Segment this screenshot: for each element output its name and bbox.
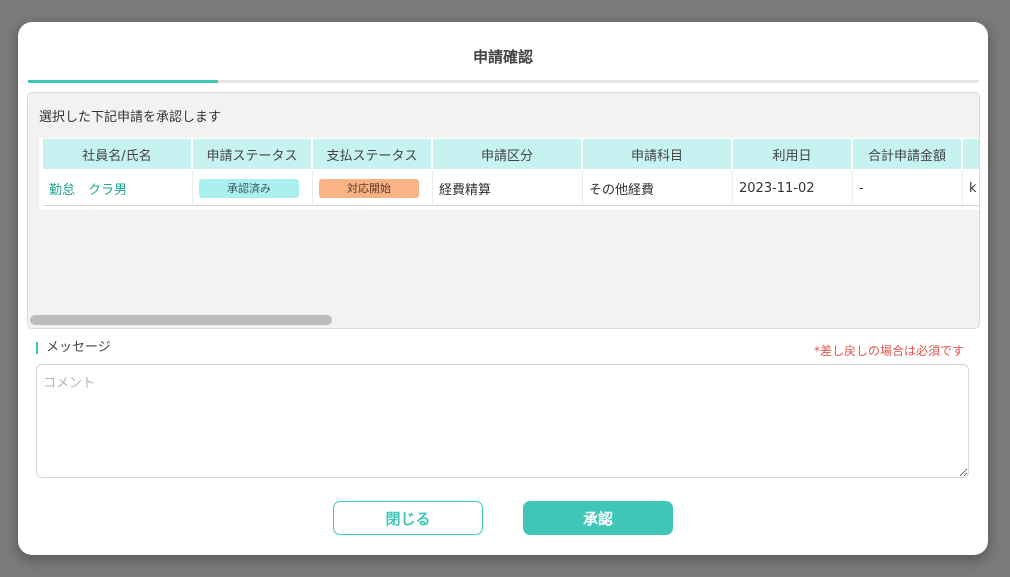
required-note: *差し戻しの場合は必須です [813, 344, 964, 358]
employee-name-link[interactable]: 勤怠 クラ男 [43, 171, 193, 205]
category-cell: 経費精算 [433, 171, 583, 205]
use-date-cell: 2023-11-02 [733, 171, 853, 205]
instruction-text: 選択した下記申請を承認します [39, 110, 222, 125]
col-header-name: 社員名/氏名 [43, 139, 193, 169]
approval-dialog: 申請確認 選択した下記申請を承認します 社員名/氏名 申請ステータス 支払ステー… [18, 22, 988, 555]
col-header-pay-status: 支払ステータス [313, 139, 433, 169]
dialog-title: 申請確認 [472, 48, 533, 66]
pay-status-badge: 対応開始 [319, 178, 419, 198]
subject-cell: その他経費 [583, 171, 733, 205]
message-label: メッセージ [36, 341, 111, 354]
extra-cell: k [963, 171, 979, 205]
app-status-badge: 承認済み [199, 178, 299, 198]
tab-active-indicator [28, 80, 218, 83]
table-row: 勤怠 クラ男 承認済み 対応開始 経費精算 その他経費 2023-11-02 -… [43, 171, 979, 206]
total-cell: - [853, 171, 963, 205]
app-status-cell: 承認済み [193, 171, 313, 205]
col-header-extra [963, 139, 979, 169]
close-button[interactable]: 閉じる [333, 501, 483, 535]
col-header-app-status: 申請ステータス [193, 139, 313, 169]
col-header-category: 申請区分 [433, 139, 583, 169]
col-header-use-date: 利用日 [733, 139, 853, 169]
approve-button[interactable]: 承認 [523, 501, 673, 535]
application-list-panel: 選択した下記申請を承認します 社員名/氏名 申請ステータス 支払ステータス 申請… [27, 92, 980, 329]
application-table: 社員名/氏名 申請ステータス 支払ステータス 申請区分 申請科目 利用日 合計申… [39, 138, 979, 210]
tab-track [28, 80, 978, 83]
col-header-subject: 申請科目 [583, 139, 733, 169]
table-card: 社員名/氏名 申請ステータス 支払ステータス 申請区分 申請科目 利用日 合計申… [39, 138, 979, 210]
table-header-row: 社員名/氏名 申請ステータス 支払ステータス 申請区分 申請科目 利用日 合計申… [43, 139, 979, 169]
horizontal-scrollbar-thumb[interactable] [30, 315, 332, 325]
col-header-total: 合計申請金額 [853, 139, 963, 169]
comment-textarea[interactable] [36, 364, 969, 478]
pay-status-cell: 対応開始 [313, 171, 433, 205]
